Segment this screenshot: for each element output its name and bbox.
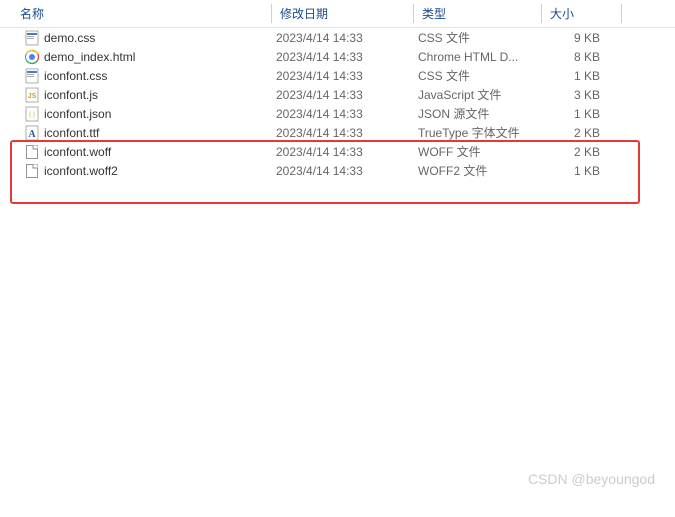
file-name-text: iconfont.json [44, 107, 111, 121]
file-name-text: iconfont.css [44, 69, 107, 83]
file-cell-size: 1 KB [542, 164, 612, 178]
file-name-text: iconfont.woff [44, 145, 111, 159]
file-row[interactable]: iconfont.woff 2023/4/14 14:33WOFF 文件2 KB [0, 142, 675, 161]
file-row[interactable]: iconfont.woff2 2023/4/14 14:33WOFF2 文件1 K… [0, 161, 675, 180]
svg-text:A: A [28, 129, 36, 140]
column-header-date[interactable]: 修改日期 [272, 0, 414, 27]
file-cell-size: 2 KB [542, 145, 612, 159]
file-row[interactable]: Aiconfont.ttf2023/4/14 14:33TrueType 字体文… [0, 123, 675, 142]
file-cell-date: 2023/4/14 14:33 [272, 126, 414, 140]
file-cell-type: JavaScript 文件 [414, 86, 542, 103]
file-row[interactable]: iconfont.css 2023/4/14 14:33CSS 文件1 KB [0, 66, 675, 85]
file-name-text: iconfont.woff2 [44, 164, 118, 178]
file-name-text: demo.css [44, 31, 95, 45]
file-list-view: 名称 修改日期 类型 大小 demo.css2023/4/14 14:33CSS… [0, 0, 675, 180]
file-row[interactable]: demo.css 2023/4/14 14:33CSS 文件9 KB [0, 28, 675, 47]
file-cell-date: 2023/4/14 14:33 [272, 88, 414, 102]
column-header-size[interactable]: 大小 [542, 0, 622, 27]
file-cell-size: 3 KB [542, 88, 612, 102]
css-file-icon [24, 68, 40, 84]
column-header-row: 名称 修改日期 类型 大小 [0, 0, 675, 28]
file-name-text: iconfont.js [44, 88, 98, 102]
file-row[interactable]: JS iconfont.js 2023/4/14 14:33JavaScript 文… [0, 85, 675, 104]
file-cell-name: JS iconfont.js [20, 87, 272, 103]
file-cell-type: JSON 源文件 [414, 105, 542, 122]
file-cell-date: 2023/4/14 14:33 [272, 164, 414, 178]
json-file-icon: { } [24, 106, 40, 122]
file-cell-name: iconfont.css [20, 68, 272, 84]
column-header-name[interactable]: 名称 [0, 0, 272, 27]
file-cell-type: CSS 文件 [414, 29, 542, 46]
file-cell-name: iconfont.woff2 [20, 163, 272, 179]
file-cell-name: demo_index.html [20, 49, 272, 65]
file-cell-name: demo.css [20, 30, 272, 46]
file-row[interactable]: demo_index.html 2023/4/14 14:33Chrome HTM… [0, 47, 675, 66]
file-cell-type: WOFF 文件 [414, 143, 542, 160]
watermark-text: CSDN @beyoungod [528, 471, 655, 487]
js-file-icon: JS [24, 87, 40, 103]
file-cell-date: 2023/4/14 14:33 [272, 145, 414, 159]
css-file-icon [24, 30, 40, 46]
file-cell-date: 2023/4/14 14:33 [272, 50, 414, 64]
generic-file-icon [24, 163, 40, 179]
file-cell-size: 1 KB [542, 107, 612, 121]
generic-file-icon [24, 144, 40, 160]
file-cell-size: 9 KB [542, 31, 612, 45]
file-cell-size: 1 KB [542, 69, 612, 83]
file-cell-date: 2023/4/14 14:33 [272, 69, 414, 83]
file-cell-type: WOFF2 文件 [414, 162, 542, 179]
file-cell-name: Aiconfont.ttf [20, 125, 272, 141]
file-row[interactable]: { } iconfont.json 2023/4/14 14:33JSON 源文件1… [0, 104, 675, 123]
file-cell-name: iconfont.woff [20, 144, 272, 160]
file-cell-type: CSS 文件 [414, 67, 542, 84]
svg-text:JS: JS [28, 93, 37, 100]
column-header-type[interactable]: 类型 [414, 0, 542, 27]
font-file-icon: A [24, 125, 40, 141]
file-cell-date: 2023/4/14 14:33 [272, 107, 414, 121]
file-cell-name: { } iconfont.json [20, 106, 272, 122]
svg-text:{ }: { } [29, 112, 35, 118]
file-cell-type: Chrome HTML D... [414, 50, 542, 64]
file-cell-date: 2023/4/14 14:33 [272, 31, 414, 45]
file-cell-size: 8 KB [542, 50, 612, 64]
file-name-text: iconfont.ttf [44, 126, 99, 140]
file-cell-size: 2 KB [542, 126, 612, 140]
file-rows-container: demo.css2023/4/14 14:33CSS 文件9 KBdemo_in… [0, 28, 675, 180]
file-cell-type: TrueType 字体文件 [414, 124, 542, 141]
file-name-text: demo_index.html [44, 50, 135, 64]
html-file-icon [24, 49, 40, 65]
